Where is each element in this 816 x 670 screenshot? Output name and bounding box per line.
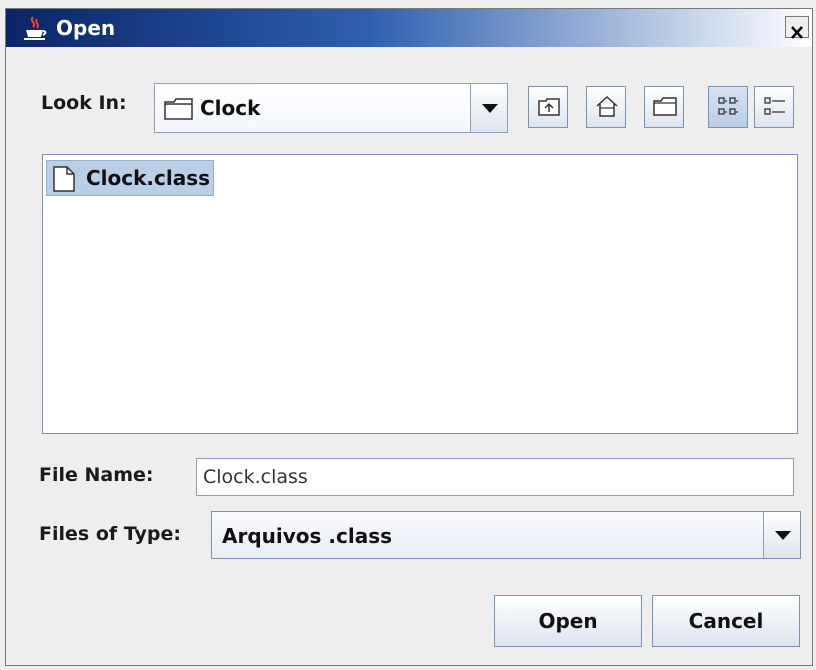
up-folder-icon — [538, 98, 560, 116]
cancel-button[interactable]: Cancel — [652, 595, 800, 647]
files-of-type-value: Arquivos .class — [222, 524, 393, 548]
look-in-value: Clock — [200, 96, 261, 120]
new-folder-button[interactable] — [644, 86, 684, 128]
list-view-icon — [718, 97, 738, 115]
file-icon — [53, 166, 75, 192]
look-in-combo[interactable]: Clock — [154, 83, 508, 133]
list-view-button[interactable] — [708, 86, 748, 128]
file-name-label: File Name: — [39, 464, 154, 486]
home-button[interactable] — [586, 86, 626, 128]
files-of-type-label: Files of Type: — [39, 523, 181, 545]
details-view-icon — [764, 97, 785, 115]
folder-icon — [164, 98, 193, 120]
file-name-field[interactable] — [196, 458, 794, 496]
details-view-button[interactable] — [754, 86, 794, 128]
title-bar[interactable]: Open — [6, 9, 812, 47]
files-of-type-combo[interactable]: Arquivos .class — [211, 511, 801, 559]
open-button[interactable]: Open — [494, 595, 642, 647]
look-in-label: Look In: — [41, 92, 127, 114]
home-icon — [596, 95, 618, 117]
close-button[interactable] — [785, 16, 809, 39]
chevron-down-icon[interactable] — [763, 512, 800, 558]
file-name-label: Clock.class — [86, 166, 211, 190]
file-list[interactable]: Clock.class — [42, 154, 798, 434]
window-title: Open — [56, 16, 116, 40]
open-dialog: Open Look In: Clock Clock.class File Nam… — [5, 8, 813, 666]
chevron-down-icon[interactable] — [470, 84, 507, 132]
list-item[interactable]: Clock.class — [46, 160, 215, 196]
java-cup-icon — [24, 16, 47, 40]
close-icon — [791, 26, 803, 39]
new-folder-icon — [653, 97, 677, 116]
up-one-level-button[interactable] — [528, 86, 568, 128]
